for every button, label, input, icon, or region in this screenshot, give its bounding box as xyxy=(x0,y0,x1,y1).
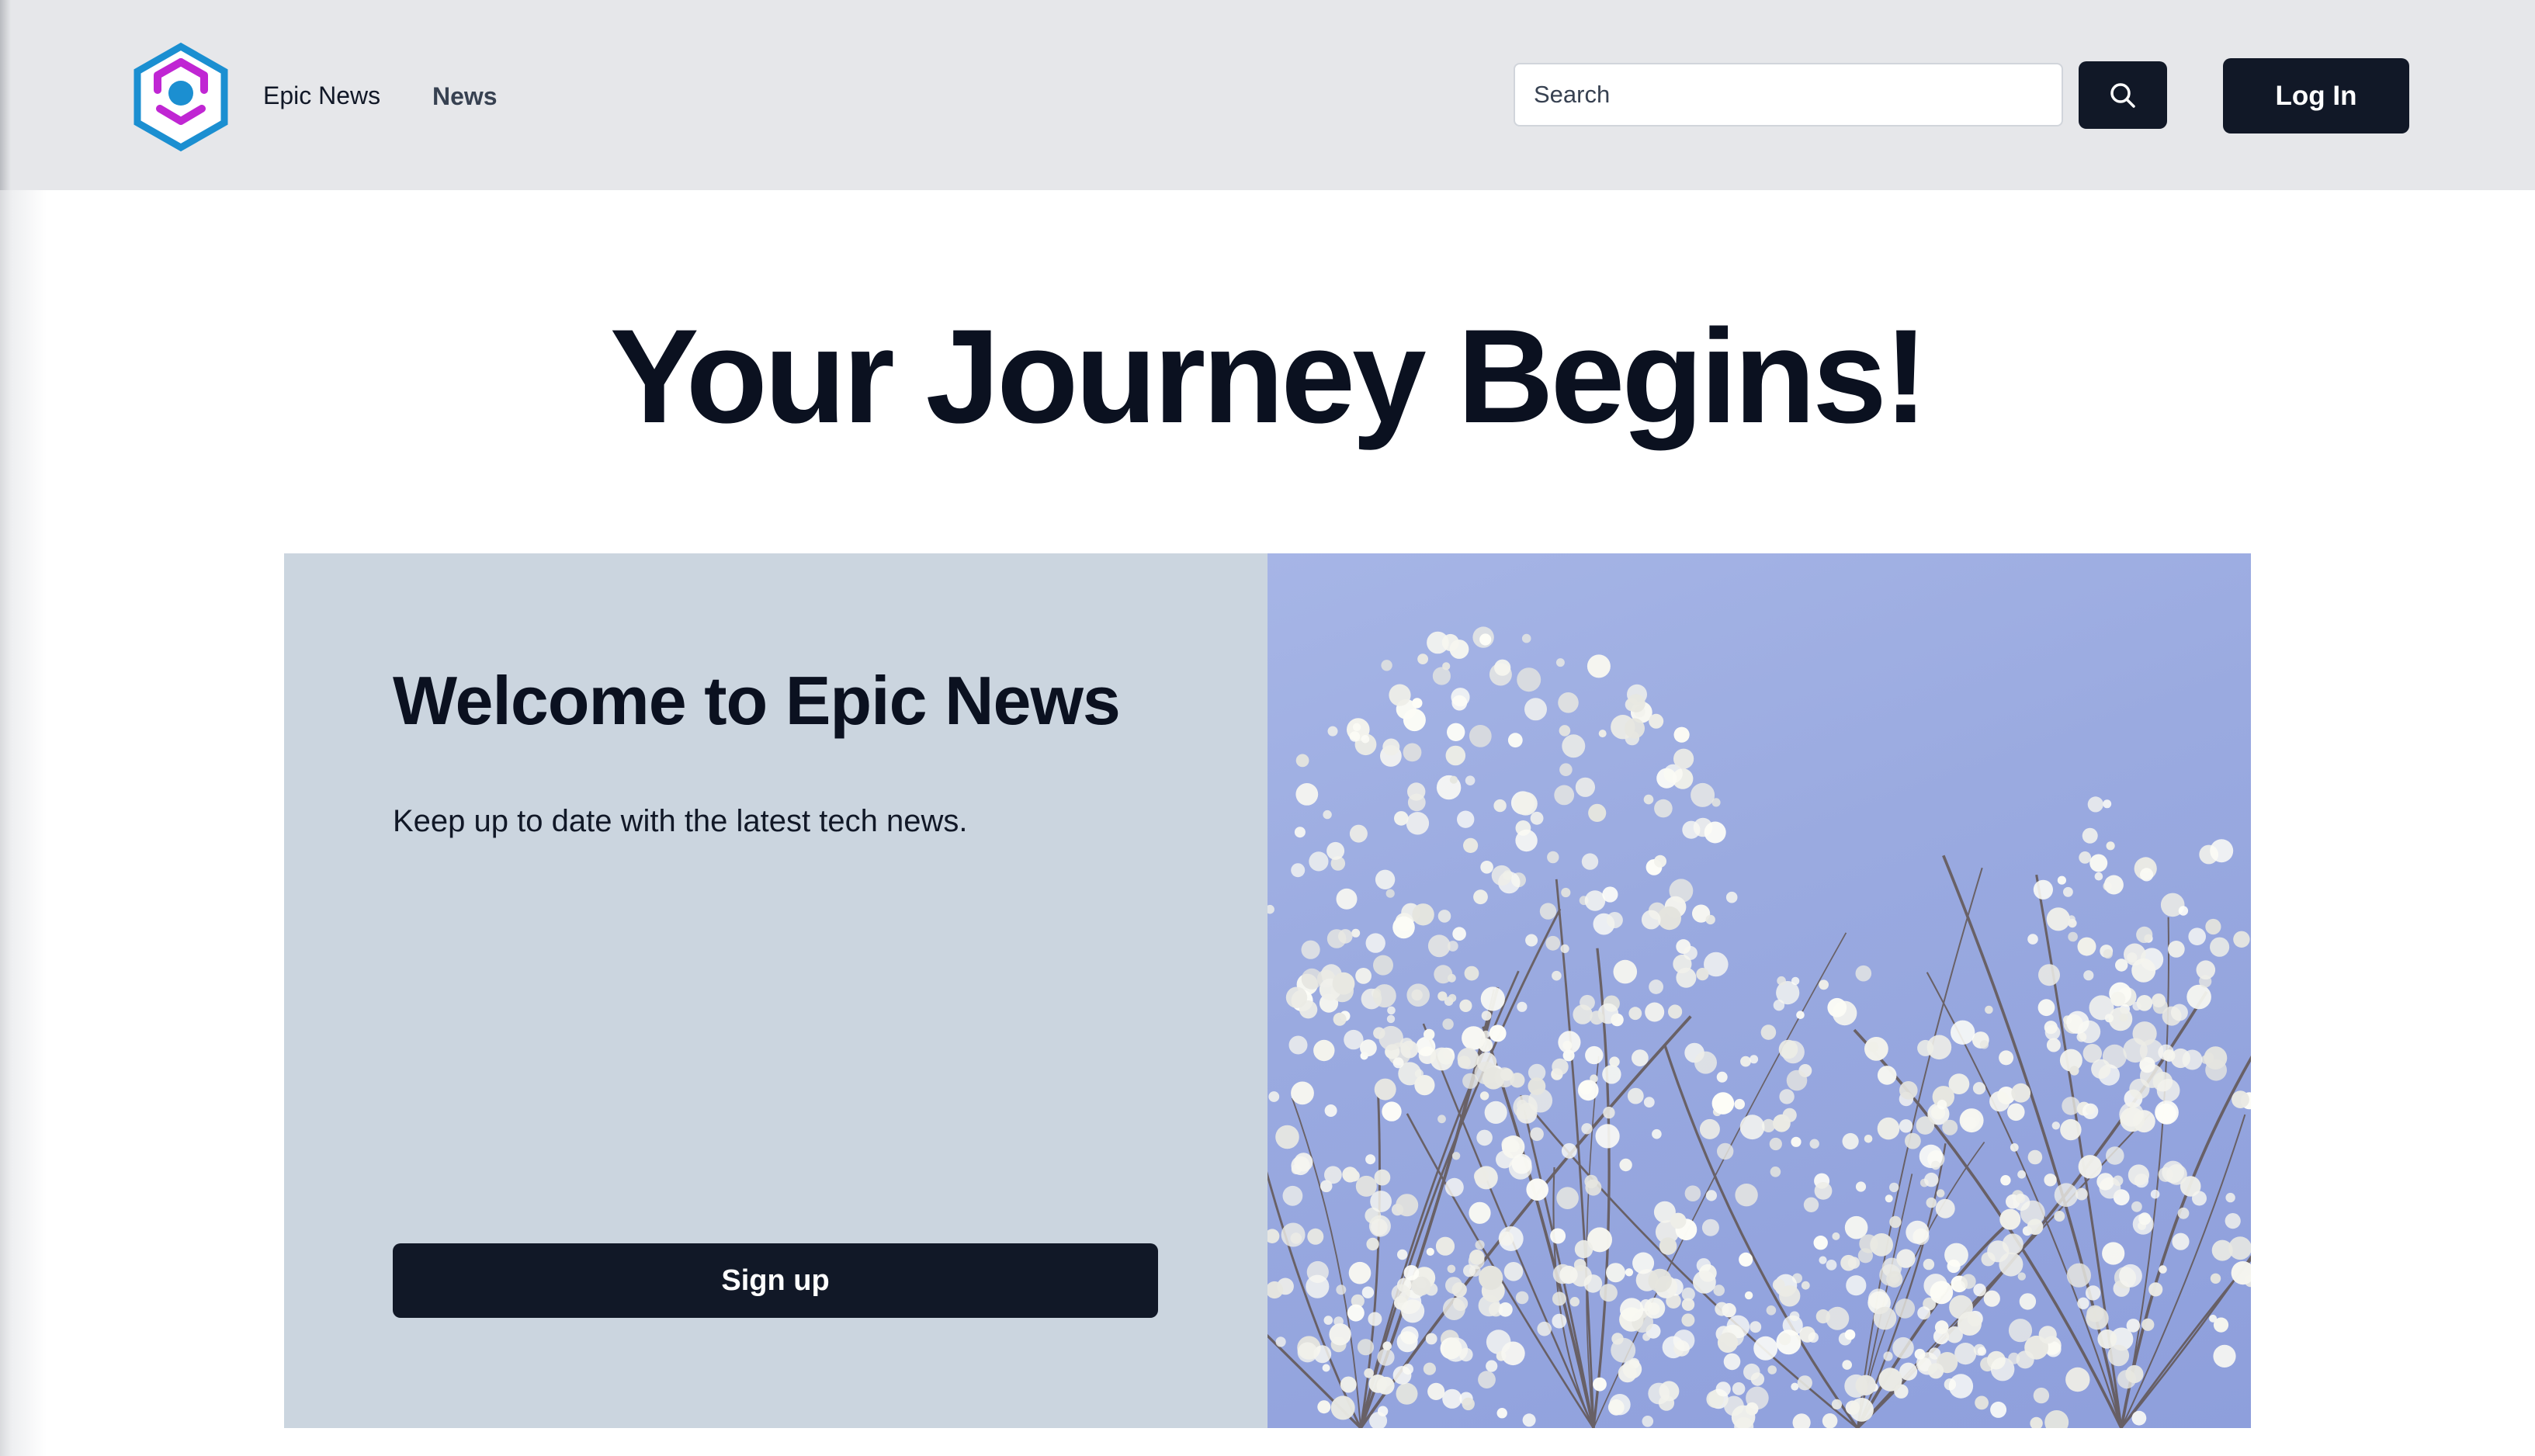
hero-subtext: Keep up to date with the latest tech new… xyxy=(393,804,968,838)
hero-text-panel: Welcome to Epic News Keep up to date wit… xyxy=(284,553,1268,1428)
search-button[interactable] xyxy=(2079,61,2167,129)
hero-card: Welcome to Epic News Keep up to date wit… xyxy=(284,553,2251,1428)
top-navbar: Epic News News Log In xyxy=(0,0,2535,190)
page-title: Your Journey Begins! xyxy=(609,302,1928,451)
search-input[interactable] xyxy=(1514,63,2063,127)
signup-button[interactable]: Sign up xyxy=(393,1243,1158,1318)
login-button[interactable]: Log In xyxy=(2223,58,2409,133)
search-icon xyxy=(2110,82,2135,108)
brand-link[interactable]: Epic News xyxy=(263,80,380,111)
blossom-tree-image xyxy=(1268,626,2251,1428)
hero-image xyxy=(1268,553,2251,1428)
navbar-edge xyxy=(0,0,11,190)
hero-heading: Welcome to Epic News xyxy=(393,662,1121,739)
epic-news-logo-icon[interactable] xyxy=(130,42,231,152)
nav-link-news[interactable]: News xyxy=(432,81,498,112)
window-edge-shadow xyxy=(0,0,47,1456)
